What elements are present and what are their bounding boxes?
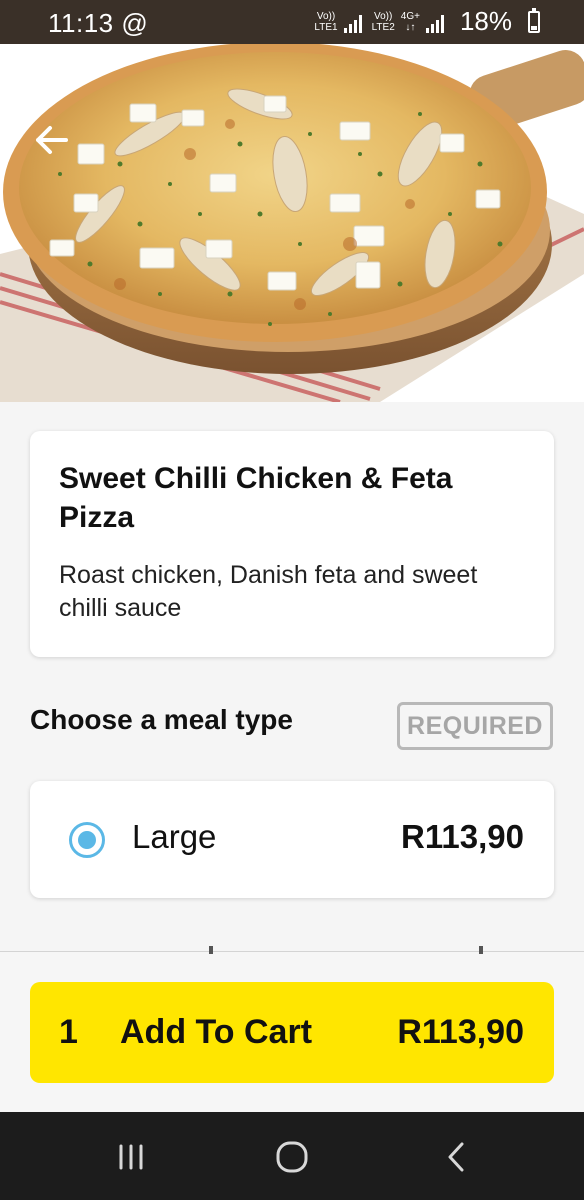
scroll-peek — [209, 946, 213, 954]
pizza-photo — [0, 44, 584, 402]
radio-button[interactable] — [69, 822, 105, 858]
add-to-cart-button[interactable]: 1 Add To Cart R113,90 — [30, 982, 554, 1083]
sim1-signal: Vo)) LTE1 — [314, 11, 362, 33]
back-button[interactable] — [30, 120, 76, 160]
clock: 11:13 @ — [48, 8, 149, 38]
arrow-left-icon — [36, 126, 68, 154]
option-price: R113,90 — [401, 818, 524, 855]
sim2-signal: Vo)) LTE2 4G+ ↓↑ — [372, 11, 444, 33]
nav-back-button[interactable] — [444, 1140, 468, 1174]
product-image — [0, 44, 584, 402]
recent-apps-button[interactable] — [116, 1142, 146, 1172]
signal-icon — [343, 14, 362, 33]
back-icon — [448, 1142, 464, 1172]
battery-icon — [528, 7, 540, 33]
option-label: Large — [132, 818, 217, 855]
product-info-card: Sweet Chilli Chicken & Feta Pizza Roast … — [30, 431, 554, 657]
battery-percent: 18% — [459, 6, 512, 36]
status-indicators: Vo)) LTE1 Vo)) LTE2 4G+ ↓↑ 18% — [314, 6, 540, 37]
at-icon: @ — [121, 8, 149, 38]
bottom-action-panel: 1 Add To Cart R113,90 — [0, 946, 584, 1113]
signal-icon — [425, 14, 444, 33]
required-badge: REQUIRED — [397, 702, 553, 750]
product-description: Roast chicken, Danish feta and sweet chi… — [59, 561, 478, 622]
home-icon — [276, 1141, 308, 1173]
recent-apps-icon — [119, 1144, 143, 1170]
product-title: Sweet Chilli Chicken & Feta Pizza — [59, 462, 453, 534]
cart-quantity: 1 — [59, 1013, 78, 1051]
cart-price: R113,90 — [397, 1013, 524, 1051]
system-nav-bar — [0, 1112, 584, 1200]
radio-selected-dot — [78, 831, 96, 849]
meal-type-heading: Choose a meal type — [30, 704, 293, 735]
scroll-peek — [479, 946, 483, 954]
home-button[interactable] — [275, 1140, 309, 1174]
network-type: 4G+ ↓↑ — [400, 10, 420, 33]
cart-label: Add To Cart — [120, 1013, 313, 1051]
status-bar: 11:13 @ Vo)) LTE1 Vo)) LTE2 4G+ ↓↑ 18% — [0, 0, 584, 44]
meal-option-large[interactable]: Large R113,90 — [30, 781, 554, 898]
